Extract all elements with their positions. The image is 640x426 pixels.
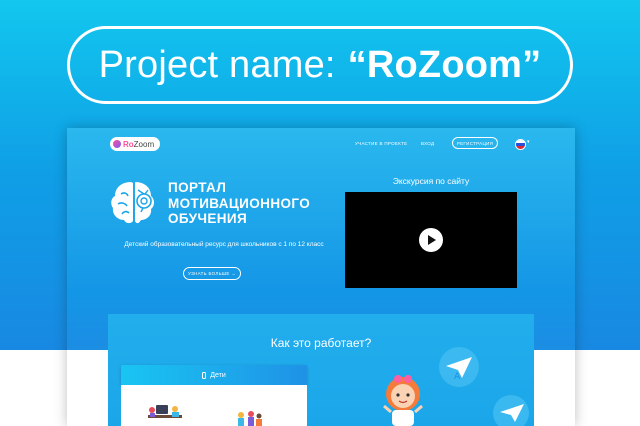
- play-icon[interactable]: [419, 228, 443, 252]
- kids-illustration: [238, 411, 262, 426]
- banner-project-name: “RoZoom”: [347, 43, 542, 86]
- website-mockup: RoZoom УЧАСТИЕ В ПРОЕКТЕ ВХОД РЕГИСТРАЦИ…: [67, 128, 575, 426]
- paper-plane-icon: A: [439, 347, 479, 387]
- portal-title: ПОРТАЛ МОТИВАЦИОННОГО ОБУЧЕНИЯ: [168, 180, 310, 227]
- tab-kids-label: Дети: [210, 371, 226, 379]
- register-button[interactable]: РЕГИСТРАЦИЯ: [452, 137, 498, 149]
- russia-flag-icon[interactable]: [515, 139, 526, 150]
- video-player[interactable]: [345, 192, 517, 288]
- nav-participate-link[interactable]: УЧАСТИЕ В ПРОЕКТЕ: [355, 141, 407, 146]
- kids-at-desk-illustration: [148, 405, 182, 418]
- portal-title-line: ПОРТАЛ: [168, 180, 227, 195]
- portal-title-line: ОБУЧЕНИЯ: [168, 211, 248, 226]
- tab-kids[interactable]: Дети: [121, 365, 307, 385]
- phone-icon: [202, 371, 207, 379]
- svg-text:A: A: [454, 372, 461, 382]
- brain-logo-icon: [111, 182, 154, 224]
- site-logo[interactable]: RoZoom: [110, 137, 161, 151]
- logo-mark-icon: [113, 140, 121, 148]
- paper-plane-icon: [493, 395, 529, 426]
- kids-panel: [121, 385, 307, 426]
- video-label: Экскурсия по сайту: [392, 176, 470, 186]
- banner-prefix: Project name:: [98, 43, 336, 86]
- project-name-banner: Project name: “RoZoom”: [67, 26, 573, 104]
- logo-text: RoZoom: [123, 139, 155, 149]
- how-it-works-section: Как это работает? Дети A: [108, 314, 534, 426]
- learn-more-button[interactable]: УЗНАТЬ БОЛЬШЕ →: [183, 267, 241, 280]
- girl-illustration: [383, 375, 423, 426]
- hero-subtitle: Детский образовательный ресурс для школь…: [124, 241, 324, 248]
- portal-title-line: МОТИВАЦИОННОГО: [168, 195, 311, 211]
- nav-login-link[interactable]: ВХОД: [421, 141, 434, 146]
- language-caret-icon[interactable]: ▾: [527, 139, 530, 145]
